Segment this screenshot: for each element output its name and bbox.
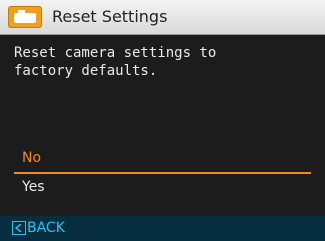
reset-message: Reset camera settings to factory default… bbox=[14, 44, 314, 80]
option-yes-label: Yes bbox=[22, 179, 45, 195]
option-no-label: No bbox=[22, 150, 42, 166]
option-no[interactable]: No bbox=[0, 149, 325, 169]
selection-underline bbox=[14, 172, 311, 174]
left-arrow-icon[interactable] bbox=[12, 221, 26, 235]
back-button[interactable]: BACK bbox=[27, 220, 65, 236]
message-line-2: factory defaults. bbox=[14, 63, 158, 79]
page-title: Reset Settings bbox=[52, 7, 168, 26]
reset-settings-screen: Reset Settings Reset camera settings to … bbox=[0, 0, 325, 241]
bottom-bar: BACK bbox=[0, 216, 325, 241]
camera-settings-icon bbox=[8, 6, 42, 28]
title-bar: Reset Settings bbox=[0, 0, 325, 35]
option-yes[interactable]: Yes bbox=[0, 178, 325, 198]
message-line-1: Reset camera settings to bbox=[14, 45, 217, 61]
